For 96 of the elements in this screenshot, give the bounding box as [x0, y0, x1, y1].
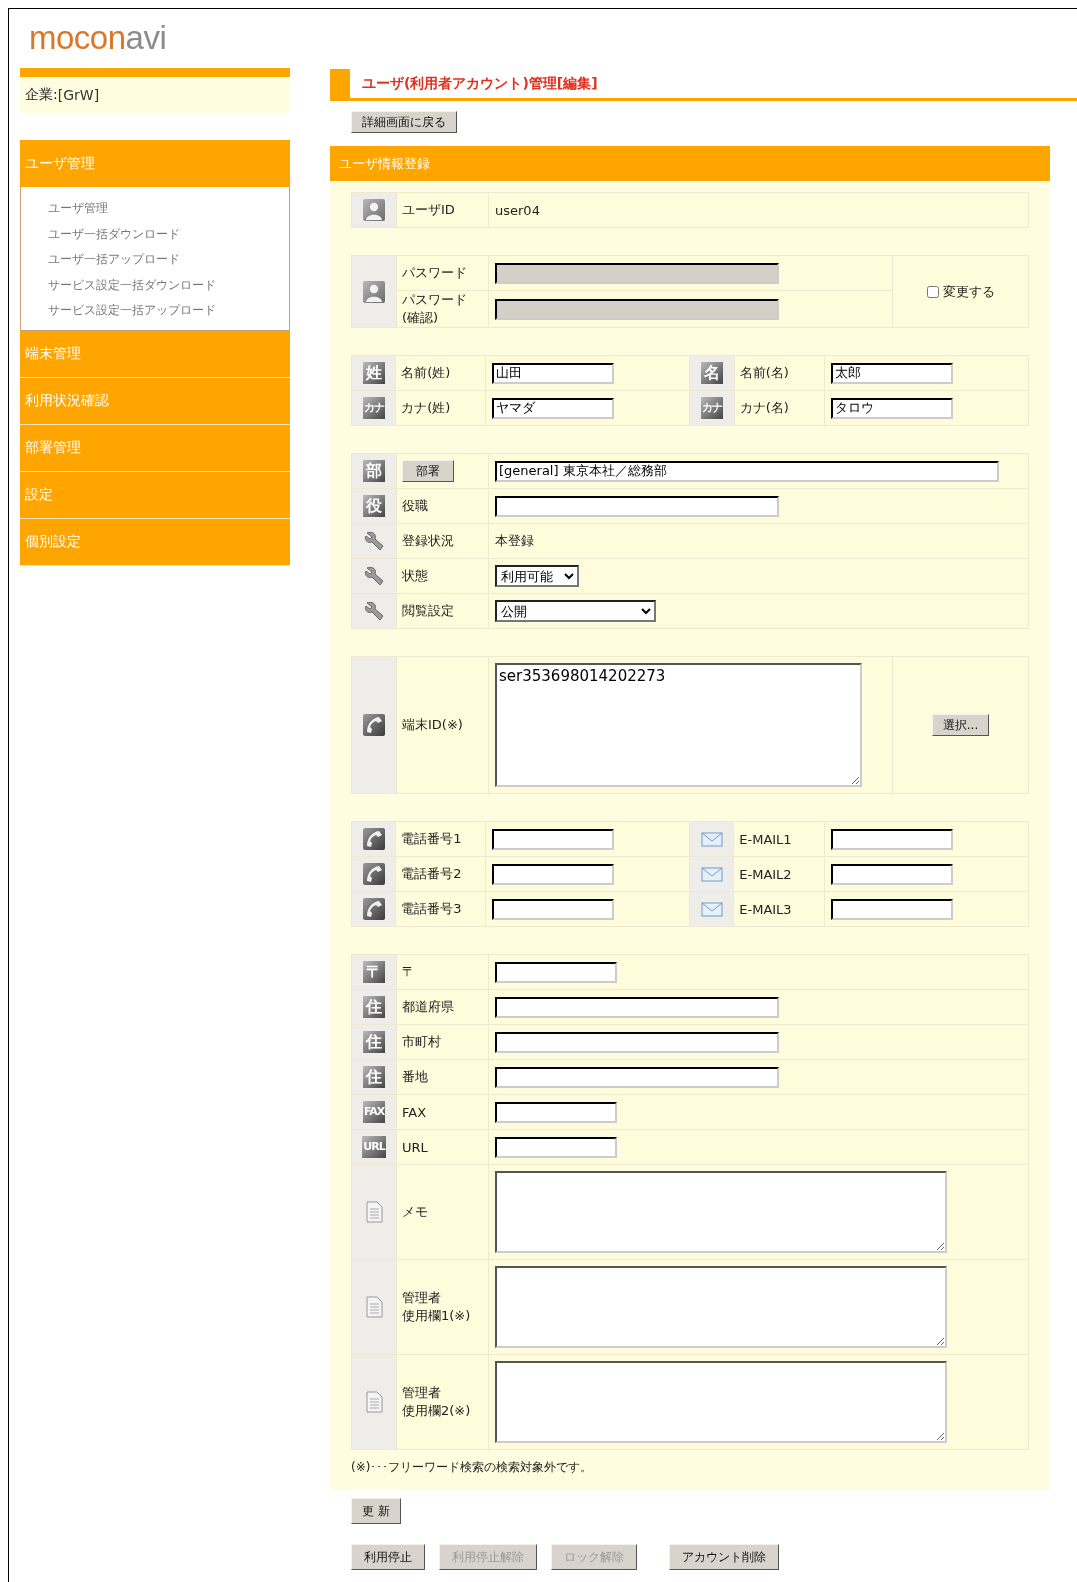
document-icon: [363, 1391, 385, 1413]
document-icon: [363, 1296, 385, 1318]
input-field[interactable]: [491, 898, 614, 920]
phone-icon: [362, 828, 385, 850]
action-button[interactable]: 利用停止: [351, 1544, 425, 1570]
glyph-icon: 住: [363, 996, 385, 1018]
footnote: (※)･･･フリーワード検索の検索対象外です。: [351, 1459, 594, 1476]
input-field[interactable]: [general] 東京本社／総務部: [495, 460, 999, 482]
select-button[interactable]: 選択...: [931, 714, 990, 736]
glyph-icon: 住: [363, 1031, 385, 1053]
section-header: ユーザ情報登録: [330, 146, 1050, 181]
glyph-icon: URL: [362, 1136, 386, 1158]
input-field[interactable]: [495, 1101, 617, 1123]
phone-icon: [362, 863, 385, 885]
field-label: 状態: [402, 568, 428, 583]
field-label: 登録状況: [402, 533, 454, 548]
person-icon: [363, 280, 385, 303]
input-field[interactable]: [830, 828, 953, 850]
field-label: 端末ID(※): [402, 717, 463, 732]
update-button[interactable]: 更 新: [351, 1498, 401, 1524]
field-label: カナ(姓): [401, 400, 451, 415]
input-field[interactable]: [495, 1031, 779, 1053]
glyph-icon: 役: [363, 495, 385, 517]
input-field[interactable]: [830, 863, 953, 885]
input-field[interactable]: [495, 495, 779, 517]
input-field[interactable]: [830, 898, 953, 920]
submenu-item[interactable]: ユーザ一括ダウンロード: [48, 221, 289, 247]
field-label: E-MAIL3: [739, 901, 792, 917]
input-field[interactable]: [495, 961, 617, 983]
select-field[interactable]: 利用可能: [495, 565, 579, 587]
submenu-item[interactable]: サービス設定一括ダウンロード: [48, 272, 289, 298]
field-label: E-MAIL1: [739, 831, 792, 847]
field-label: 都道府県: [402, 999, 454, 1014]
field-label: 管理者 使用欄1(※): [402, 1290, 471, 1323]
glyph-icon: 姓: [362, 362, 385, 384]
text-area[interactable]: [495, 1361, 947, 1443]
field-label: パスワード: [402, 265, 467, 280]
input-field[interactable]: [491, 863, 614, 885]
glyph-icon: 住: [363, 1066, 385, 1088]
field-label: 名前(姓): [401, 365, 451, 380]
glyph-icon: 〒: [363, 961, 385, 983]
glyph-icon: FAX: [362, 1101, 386, 1123]
field-label: 名前(名): [739, 365, 789, 380]
back-button[interactable]: 詳細画面に戻る: [351, 111, 457, 133]
field-label: E-MAIL2: [739, 866, 792, 882]
input-field[interactable]: [495, 996, 779, 1018]
page-title: ユーザ(利用者アカウント)管理[編集]: [361, 73, 598, 93]
select-field[interactable]: 公開: [495, 600, 656, 622]
text-area[interactable]: [495, 1171, 947, 1253]
field-label: 市町村: [402, 1034, 441, 1049]
field-label: URL: [402, 1139, 428, 1155]
company-value: [GrW]: [57, 87, 100, 103]
input-field[interactable]: タロウ: [830, 397, 953, 419]
input-field[interactable]: ヤマダ: [492, 397, 615, 419]
field-label: 電話番号1: [401, 831, 462, 846]
action-button[interactable]: アカウント削除: [669, 1544, 779, 1570]
input-field[interactable]: 太郎: [830, 362, 953, 384]
field-label: 閲覧設定: [402, 603, 454, 618]
field-value: 本登録: [495, 533, 534, 548]
logo: moconavi: [28, 18, 168, 55]
phone-icon: [363, 714, 385, 736]
field-label: FAX: [402, 1104, 427, 1120]
field-label: 管理者 使用欄2(※): [402, 1385, 471, 1418]
department-button[interactable]: 部署: [402, 460, 454, 482]
field-value: user04: [495, 202, 540, 218]
field-label: 役職: [402, 498, 428, 513]
wrench-icon: [363, 530, 385, 552]
field-label: 番地: [402, 1069, 428, 1084]
input-field[interactable]: [495, 1066, 779, 1088]
field-label: パスワード (確認): [402, 292, 467, 325]
field-label: メモ: [402, 1204, 428, 1219]
glyph-icon: カナ: [362, 397, 385, 419]
text-area[interactable]: [495, 1266, 947, 1348]
field-label: 電話番号3: [401, 901, 462, 916]
field-label: カナ(名): [739, 400, 789, 415]
field-label: 電話番号2: [401, 866, 462, 881]
field-label: 〒: [402, 964, 415, 979]
submenu-item[interactable]: ユーザ管理: [48, 196, 289, 222]
input-field[interactable]: 山田: [492, 362, 615, 384]
wrench-icon: [363, 600, 385, 622]
phone-icon: [362, 898, 385, 920]
glyph-icon: カナ: [701, 397, 724, 419]
input-field[interactable]: [495, 1136, 617, 1158]
submenu-item[interactable]: ユーザ一括アップロード: [48, 247, 289, 273]
person-icon: [363, 199, 385, 221]
company-label: 企業:: [25, 86, 58, 104]
text-area[interactable]: ser353698014202273: [495, 663, 862, 787]
submenu-item[interactable]: サービス設定一括アップロード: [48, 298, 289, 324]
glyph-icon: 部: [363, 460, 385, 482]
checkbox-label[interactable]: 変更する: [942, 282, 995, 301]
wrench-icon: [363, 565, 385, 587]
checkbox[interactable]: [926, 285, 939, 298]
field-label: ユーザID: [402, 202, 455, 217]
glyph-icon: 名: [701, 362, 724, 384]
input-field[interactable]: [491, 828, 614, 850]
document-icon: [363, 1201, 385, 1223]
